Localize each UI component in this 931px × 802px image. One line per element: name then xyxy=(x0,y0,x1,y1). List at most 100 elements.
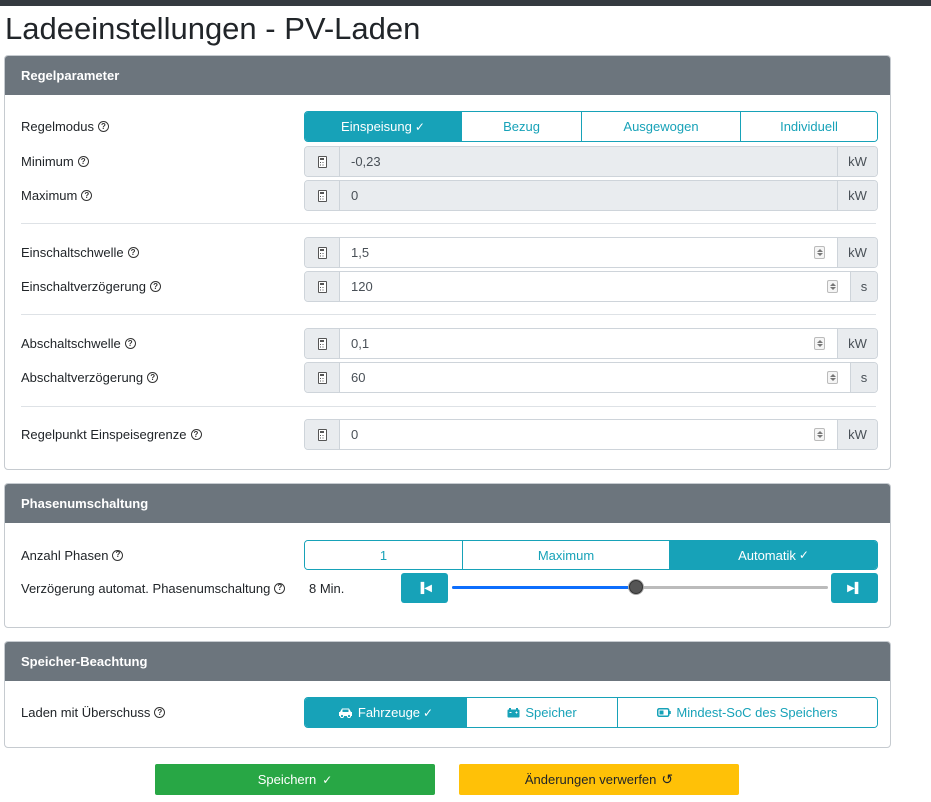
fahrzeuge-button[interactable]: Fahrzeuge ✓ xyxy=(305,698,466,727)
label-phasen-verzoegerung: Verzögerung automat. Phasenumschaltung ? xyxy=(21,573,286,603)
card-phasenumschaltung: Phasenumschaltung Anzahl Phasen ? 1 Maxi… xyxy=(4,483,891,628)
car-icon xyxy=(338,708,352,718)
regelpunkt-unit: kW xyxy=(837,420,877,449)
laden-mit-ueberschuss-button-group: Fahrzeuge ✓ Speicher Mindest-SoC des Spe… xyxy=(304,697,878,728)
card-header-regelparameter: Regelparameter xyxy=(5,56,890,95)
help-icon[interactable]: ? xyxy=(112,549,124,561)
row-maximum: Maximum ? 0 kW xyxy=(5,180,890,211)
spinner-icon[interactable] xyxy=(827,280,838,293)
einschaltverzoegerung-input[interactable]: 120 xyxy=(340,272,850,301)
help-icon[interactable]: ? xyxy=(274,582,286,594)
divider xyxy=(21,406,876,407)
regelmodus-button-group: Einspeisung ✓ Bezug Ausgewogen Individuel… xyxy=(304,111,878,142)
help-icon[interactable]: ? xyxy=(81,190,93,201)
card-header-phasenumschaltung: Phasenumschaltung xyxy=(5,484,890,523)
check-icon: ✓ xyxy=(798,548,809,562)
help-icon[interactable]: ? xyxy=(124,338,136,349)
row-phasen-verzoegerung: Verzögerung automat. Phasenumschaltung ?… xyxy=(5,573,890,603)
help-icon[interactable]: ? xyxy=(77,156,89,167)
maximum-input: 0 xyxy=(340,181,837,210)
abschaltverzoegerung-input-group: 60 s xyxy=(304,362,878,393)
help-icon[interactable]: ? xyxy=(127,247,139,258)
card-speicher: Speicher-Beachtung Laden mit Überschuss … xyxy=(4,641,891,748)
slider-thumb[interactable] xyxy=(629,580,643,594)
help-icon[interactable]: ? xyxy=(98,121,109,132)
label-maximum: Maximum ? xyxy=(21,180,93,211)
minimum-input: -0,23 xyxy=(340,147,837,176)
battery-low-icon xyxy=(657,708,672,717)
calculator-icon xyxy=(305,272,340,301)
slider-decrement-button[interactable]: ▐◀ xyxy=(401,573,448,603)
help-icon[interactable]: ? xyxy=(154,707,166,718)
label-laden-mit-ueberschuss: Laden mit Überschuss ? xyxy=(21,697,166,728)
spinner-icon[interactable] xyxy=(814,246,825,259)
step-forward-icon: ▶▌ xyxy=(847,582,862,594)
help-icon[interactable]: ? xyxy=(190,429,202,440)
phasen-verzoegerung-slider[interactable] xyxy=(452,573,828,603)
spinner-icon[interactable] xyxy=(814,428,825,441)
calculator-icon xyxy=(305,147,340,176)
minimum-input-group: -0,23 kW xyxy=(304,146,878,177)
row-laden-mit-ueberschuss: Laden mit Überschuss ? Fahrzeuge ✓ Speic… xyxy=(5,697,890,728)
row-minimum: Minimum ? -0,23 kW xyxy=(5,146,890,177)
card-regelparameter: Regelparameter Regelmodus ? Einspeisung ✓… xyxy=(4,55,891,470)
page-title: Ladeeinstellungen - PV-Laden xyxy=(5,11,421,46)
row-anzahl-phasen: Anzahl Phasen ? 1 Maximum Automatik ✓ xyxy=(5,540,890,570)
phasen-verzoegerung-value: 8 Min. xyxy=(309,580,345,596)
row-abschaltverzoegerung: Abschaltverzögerung ? 60 s xyxy=(5,362,890,393)
regelmodus-bezug-button[interactable]: Bezug xyxy=(461,112,581,141)
row-regelmodus: Regelmodus ? Einspeisung ✓ Bezug Ausgewog… xyxy=(5,111,890,142)
abschaltverzoegerung-input[interactable]: 60 xyxy=(340,363,850,392)
einschaltverzoegerung-unit: s xyxy=(850,272,877,301)
battery-icon xyxy=(507,707,520,717)
anzahl-phasen-button-group: 1 Maximum Automatik ✓ xyxy=(304,540,878,570)
check-icon: ✓ xyxy=(322,772,333,787)
regelmodus-ausgewogen-button[interactable]: Ausgewogen xyxy=(581,112,740,141)
minimum-unit: kW xyxy=(837,147,877,176)
maximum-input-group: 0 kW xyxy=(304,180,878,211)
label-abschaltschwelle: Abschaltschwelle ? xyxy=(21,328,136,359)
discard-button[interactable]: Änderungen verwerfen ↺ xyxy=(459,764,739,795)
regelmodus-einspeisung-button[interactable]: Einspeisung ✓ xyxy=(305,112,461,141)
row-einschaltverzoegerung: Einschaltverzögerung ? 120 s xyxy=(5,271,890,302)
regelpunkt-input-group: 0 kW xyxy=(304,419,878,450)
phasen-automatik-button[interactable]: Automatik ✓ xyxy=(669,541,877,569)
mindest-soc-button[interactable]: Mindest-SoC des Speichers xyxy=(617,698,877,727)
speicher-button[interactable]: Speicher xyxy=(466,698,617,727)
regelmodus-individuell-button[interactable]: Individuell xyxy=(740,112,877,141)
phasen-maximum-button[interactable]: Maximum xyxy=(462,541,669,569)
label-regelmodus: Regelmodus ? xyxy=(21,111,109,142)
phasen-1-button[interactable]: 1 xyxy=(305,541,462,569)
calculator-icon xyxy=(305,420,340,449)
help-icon[interactable]: ? xyxy=(147,372,159,383)
check-icon: ✓ xyxy=(423,705,434,720)
regelpunkt-input[interactable]: 0 xyxy=(340,420,837,449)
divider xyxy=(21,223,876,224)
abschaltverzoegerung-unit: s xyxy=(850,363,877,392)
calculator-icon xyxy=(305,329,340,358)
step-backward-icon: ▐◀ xyxy=(417,582,432,594)
einschaltverzoegerung-input-group: 120 s xyxy=(304,271,878,302)
einschaltschwelle-unit: kW xyxy=(837,238,877,267)
calculator-icon xyxy=(305,238,340,267)
check-icon: ✓ xyxy=(414,119,425,134)
spinner-icon[interactable] xyxy=(814,337,825,350)
label-einschaltschwelle: Einschaltschwelle ? xyxy=(21,237,139,268)
card-header-speicher: Speicher-Beachtung xyxy=(5,642,890,681)
einschaltschwelle-input[interactable]: 1,5 xyxy=(340,238,837,267)
label-abschaltverzoegerung: Abschaltverzögerung ? xyxy=(21,362,159,393)
abschaltschwelle-unit: kW xyxy=(837,329,877,358)
abschaltschwelle-input-group: 0,1 kW xyxy=(304,328,878,359)
label-minimum: Minimum ? xyxy=(21,146,89,177)
abschaltschwelle-input[interactable]: 0,1 xyxy=(340,329,837,358)
slider-increment-button[interactable]: ▶▌ xyxy=(831,573,878,603)
calculator-icon xyxy=(305,363,340,392)
label-anzahl-phasen: Anzahl Phasen ? xyxy=(21,540,124,570)
spinner-icon[interactable] xyxy=(827,371,838,384)
calculator-icon xyxy=(305,181,340,210)
row-abschaltschwelle: Abschaltschwelle ? 0,1 kW xyxy=(5,328,890,359)
label-regelpunkt: Regelpunkt Einspeisegrenze ? xyxy=(21,419,202,450)
slider-track-fill xyxy=(452,586,636,589)
help-icon[interactable]: ? xyxy=(150,281,162,292)
save-button[interactable]: Speichern ✓ xyxy=(155,764,435,795)
